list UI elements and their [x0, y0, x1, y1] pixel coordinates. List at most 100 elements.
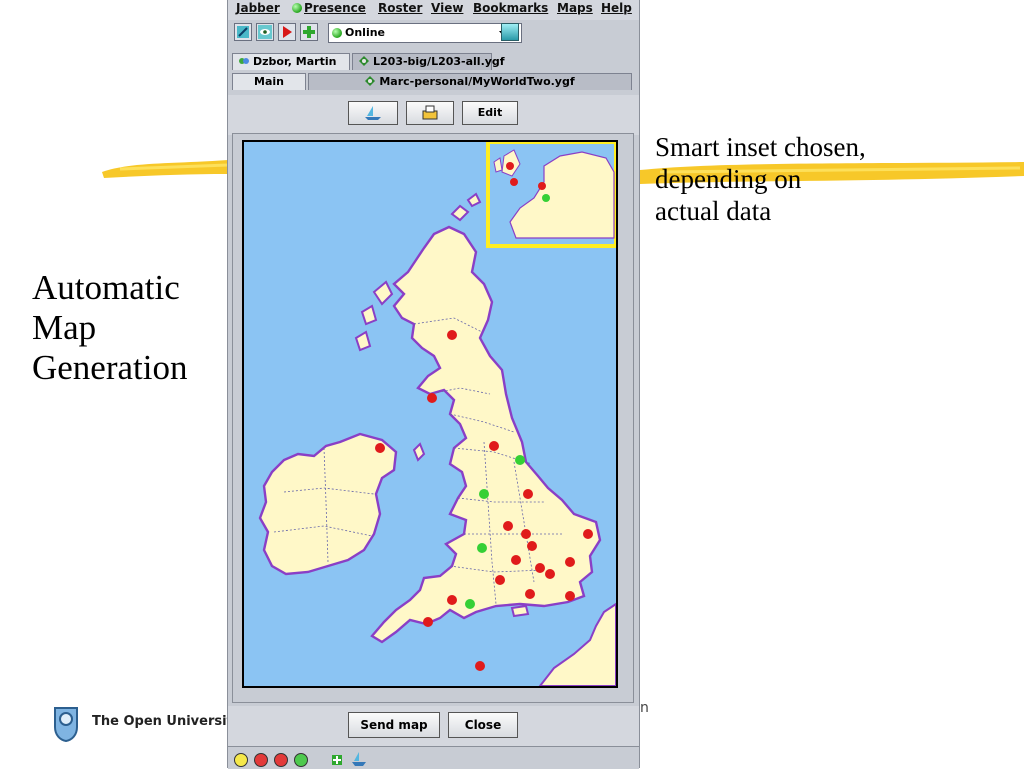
heading-line: Generation	[32, 348, 188, 387]
print-button[interactable]	[406, 101, 454, 125]
open-university-logo-icon	[54, 707, 78, 743]
map-view[interactable]	[242, 140, 618, 688]
map-add-icon[interactable]	[328, 751, 346, 767]
smart-inset	[486, 142, 616, 248]
jabber-map-window: Jabber Presence Roster View Bookmarks Ma…	[227, 0, 640, 769]
connect-button[interactable]	[234, 23, 252, 41]
status-dot-yellow[interactable]	[234, 753, 248, 767]
map-marker	[447, 595, 457, 605]
map-marker	[523, 489, 533, 499]
close-button[interactable]: Close	[448, 712, 518, 738]
isle-of-wight	[510, 604, 530, 618]
inset-marker	[506, 162, 514, 170]
status-value: Online	[345, 26, 386, 39]
tab-label: Dzbor, Martin	[253, 55, 337, 68]
menu-presence-label: Presence	[304, 1, 366, 15]
add-button[interactable]	[300, 23, 318, 41]
hebrides	[354, 280, 394, 352]
map-marker	[477, 543, 487, 553]
map-marker	[515, 455, 525, 465]
connect-icon	[237, 26, 249, 38]
map-marker	[521, 529, 531, 539]
isle-of-man	[412, 442, 426, 462]
map-diamond-icon	[365, 76, 376, 86]
eye-icon	[258, 25, 272, 39]
map-marker	[565, 591, 575, 601]
great-britain-landmass	[370, 225, 602, 644]
map-marker	[511, 555, 521, 565]
tab-row-conversations: Dzbor, Martin L203-big/L203-all.ygf	[228, 52, 639, 71]
inset-marker	[510, 178, 518, 186]
bottom-button-row: Send map Close	[228, 706, 639, 746]
inset-marker	[542, 194, 550, 202]
map-view-button[interactable]	[348, 101, 398, 125]
status-dot-red[interactable]	[254, 753, 268, 767]
inset-annotation: Smart inset chosen, depending on actual …	[655, 131, 955, 227]
menu-maps[interactable]: Maps	[557, 0, 593, 18]
heading-line: Map	[32, 308, 97, 347]
map-marker	[447, 330, 457, 340]
contact-icon	[239, 58, 249, 64]
ship-icon	[365, 106, 381, 120]
slide-heading: Automatic Map Generation	[32, 268, 187, 388]
status-dot-green[interactable]	[294, 753, 308, 767]
status-options-button[interactable]	[501, 23, 519, 41]
menu-jabber[interactable]: Jabber	[236, 0, 280, 18]
annotation-line: Smart inset chosen,	[655, 132, 866, 162]
map-marker	[525, 589, 535, 599]
orkney	[450, 192, 482, 222]
map-marker	[503, 521, 513, 531]
tab-label: Marc-personal/MyWorldTwo.ygf	[379, 75, 575, 88]
map-marker	[565, 557, 575, 567]
map-diamond-icon	[359, 56, 369, 66]
tab-label: L203-big/L203-all.ygf	[373, 55, 505, 68]
toolbar: Online	[228, 20, 639, 46]
map-marker	[495, 575, 505, 585]
presence-status-select[interactable]: Online	[328, 23, 522, 43]
status-dot-red[interactable]	[274, 753, 288, 767]
inset-marker	[538, 182, 546, 190]
send-map-button[interactable]: Send map	[348, 712, 440, 738]
menu-presence[interactable]: Presence	[292, 0, 366, 18]
menu-help[interactable]: Help	[601, 0, 632, 18]
annotation-line: depending on	[655, 164, 802, 194]
tab-my-world-two[interactable]: Marc-personal/MyWorldTwo.ygf	[308, 73, 632, 90]
menu-view[interactable]: View	[431, 0, 463, 18]
map-marker	[465, 599, 475, 609]
ship-icon[interactable]	[350, 751, 368, 767]
annotation-line: actual data	[655, 196, 772, 226]
tab-label: Main	[254, 75, 284, 88]
partially-hidden-text: n	[640, 700, 649, 716]
british-isles-map	[258, 142, 616, 686]
menu-roster[interactable]: Roster	[378, 0, 422, 18]
map-marker	[527, 541, 537, 551]
tab-row-maps: Main Marc-personal/MyWorldTwo.ygf	[228, 72, 639, 91]
map-marker	[583, 529, 593, 539]
map-marker	[475, 661, 485, 671]
tab-l203-map[interactable]: L203-big/L203-all.ygf	[352, 53, 505, 70]
map-marker	[545, 569, 555, 579]
map-action-row: Edit	[228, 95, 639, 135]
university-name: The Open University	[92, 714, 242, 729]
edit-button[interactable]: Edit	[462, 101, 518, 125]
green-dot-icon	[292, 3, 302, 13]
printer-icon	[422, 105, 438, 120]
online-status-icon	[332, 28, 342, 38]
highlight-stroke-left	[102, 160, 229, 178]
map-marker	[489, 441, 499, 451]
view-button[interactable]	[256, 23, 274, 41]
menu-bookmarks[interactable]: Bookmarks	[473, 0, 548, 18]
tab-dzbor-martin[interactable]: Dzbor, Martin	[232, 53, 350, 70]
map-marker	[535, 563, 545, 573]
menu-bar: Jabber Presence Roster View Bookmarks Ma…	[228, 0, 639, 20]
map-marker	[479, 489, 489, 499]
add-icon	[303, 26, 315, 38]
tab-main[interactable]: Main	[232, 73, 306, 90]
continent-corner	[538, 602, 616, 686]
map-marker	[427, 393, 437, 403]
map-marker	[375, 443, 385, 453]
play-button[interactable]	[278, 23, 296, 41]
map-marker	[423, 617, 433, 627]
play-icon	[283, 26, 292, 38]
heading-line: Automatic	[32, 268, 180, 307]
